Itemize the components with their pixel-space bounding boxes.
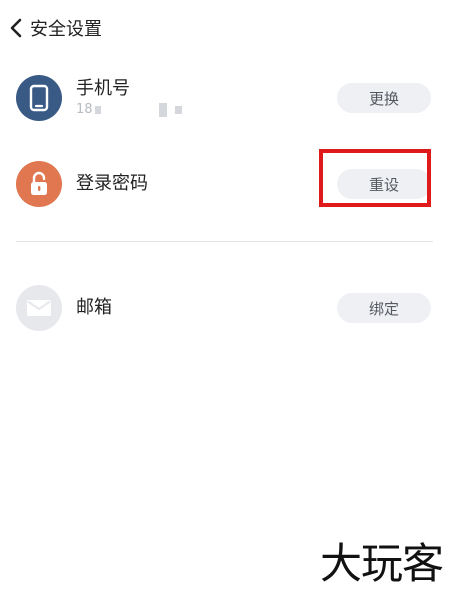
- highlight-box: [319, 149, 431, 207]
- phone-number-text: 18: [76, 102, 93, 117]
- chevron-left-icon[interactable]: [2, 8, 30, 48]
- security-settings-page: 安全设置 手机号 18 更换 登录密码 重设 邮箱 绑定 大玩客: [0, 0, 449, 599]
- phone-mask: [174, 106, 182, 114]
- change-phone-button[interactable]: 更换: [337, 83, 431, 113]
- password-labels: 登录密码: [76, 172, 337, 196]
- mail-icon: [16, 285, 62, 331]
- email-labels: 邮箱: [76, 296, 337, 320]
- watermark-logo: 大玩客: [319, 539, 444, 588]
- email-title: 邮箱: [76, 297, 112, 318]
- phone-mask: [94, 106, 101, 114]
- phone-title: 手机号: [76, 78, 130, 99]
- phone-labels: 手机号 18: [76, 77, 337, 119]
- phone-number: 18: [76, 101, 337, 119]
- divider: [16, 241, 433, 242]
- phone-mask: [158, 103, 167, 117]
- phone-icon: [16, 75, 62, 121]
- page-title: 安全设置: [30, 19, 102, 40]
- lock-icon: [16, 161, 62, 207]
- nav-bar: 安全设置: [0, 8, 102, 48]
- email-row: 邮箱 绑定: [16, 282, 433, 334]
- password-title: 登录密码: [76, 173, 148, 194]
- phone-row: 手机号 18 更换: [16, 72, 433, 124]
- bind-email-button[interactable]: 绑定: [337, 293, 431, 323]
